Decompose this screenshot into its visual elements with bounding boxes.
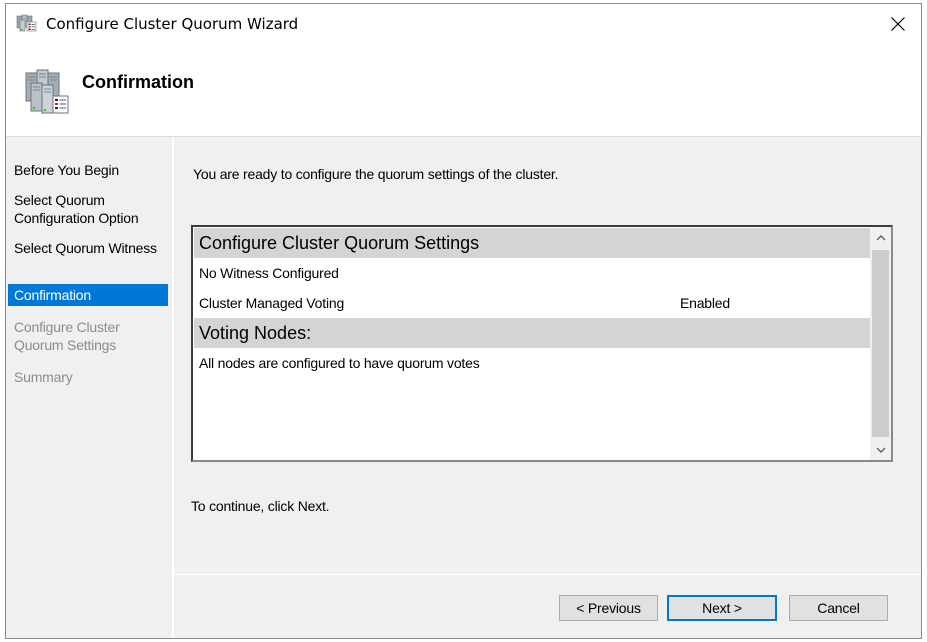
cluster-wizard-icon [16, 14, 38, 32]
close-button[interactable] [875, 4, 921, 44]
previous-button[interactable]: < Previous [559, 595, 658, 621]
confirmation-report: Configure Cluster Quorum Settings No Wit… [191, 225, 893, 462]
row-label: All nodes are configured to have quorum … [199, 355, 480, 371]
report-row: All nodes are configured to have quorum … [194, 348, 870, 378]
row-label: No Witness Configured [199, 265, 339, 281]
chevron-up-icon [876, 234, 885, 240]
step-summary: Summary [14, 369, 73, 385]
step-configure-cluster-quorum-settings: Configure Cluster Quorum Settings [14, 319, 120, 353]
step-before-you-begin[interactable]: Before You Begin [8, 159, 168, 181]
step-confirmation[interactable]: Confirmation [8, 284, 168, 306]
cancel-button[interactable]: Cancel [789, 595, 888, 621]
step-select-quorum-configuration-option[interactable]: Select Quorum Configuration Option [8, 189, 168, 229]
page-title: Confirmation [82, 72, 194, 92]
scroll-down-button[interactable] [870, 439, 891, 460]
report-row: No Witness Configured [194, 258, 870, 288]
report-content: Configure Cluster Quorum Settings No Wit… [194, 228, 870, 459]
row-value: Enabled [680, 295, 730, 311]
section-heading-quorum-settings: Configure Cluster Quorum Settings [194, 228, 870, 258]
scroll-thumb[interactable] [872, 250, 889, 437]
row-label: Cluster Managed Voting [199, 295, 345, 311]
wizard-window: Configure Cluster Quorum Wizard Confirma… [5, 3, 922, 639]
title-bar: Configure Cluster Quorum Wizard [6, 4, 921, 44]
content-pane: You are ready to configure the quorum se… [174, 137, 921, 638]
page-header: Confirmation [6, 44, 921, 137]
section-heading-voting-nodes: Voting Nodes: [194, 318, 870, 348]
continue-instruction: To continue, click Next. [191, 498, 330, 514]
intro-text: You are ready to configure the quorum se… [193, 166, 559, 182]
close-icon [891, 17, 905, 31]
chevron-down-icon [876, 447, 885, 453]
step-select-quorum-witness[interactable]: Select Quorum Witness [8, 237, 168, 259]
window-title: Configure Cluster Quorum Wizard [46, 15, 299, 33]
footer-divider [174, 574, 921, 575]
wizard-steps-sidebar: Before You Begin Select Quorum Configura… [6, 137, 173, 638]
report-row: Cluster Managed Voting Enabled [194, 288, 870, 318]
next-button[interactable]: Next > [667, 595, 777, 621]
cluster-servers-icon [22, 67, 70, 115]
vertical-scrollbar[interactable] [870, 227, 891, 460]
scroll-up-button[interactable] [870, 227, 891, 248]
